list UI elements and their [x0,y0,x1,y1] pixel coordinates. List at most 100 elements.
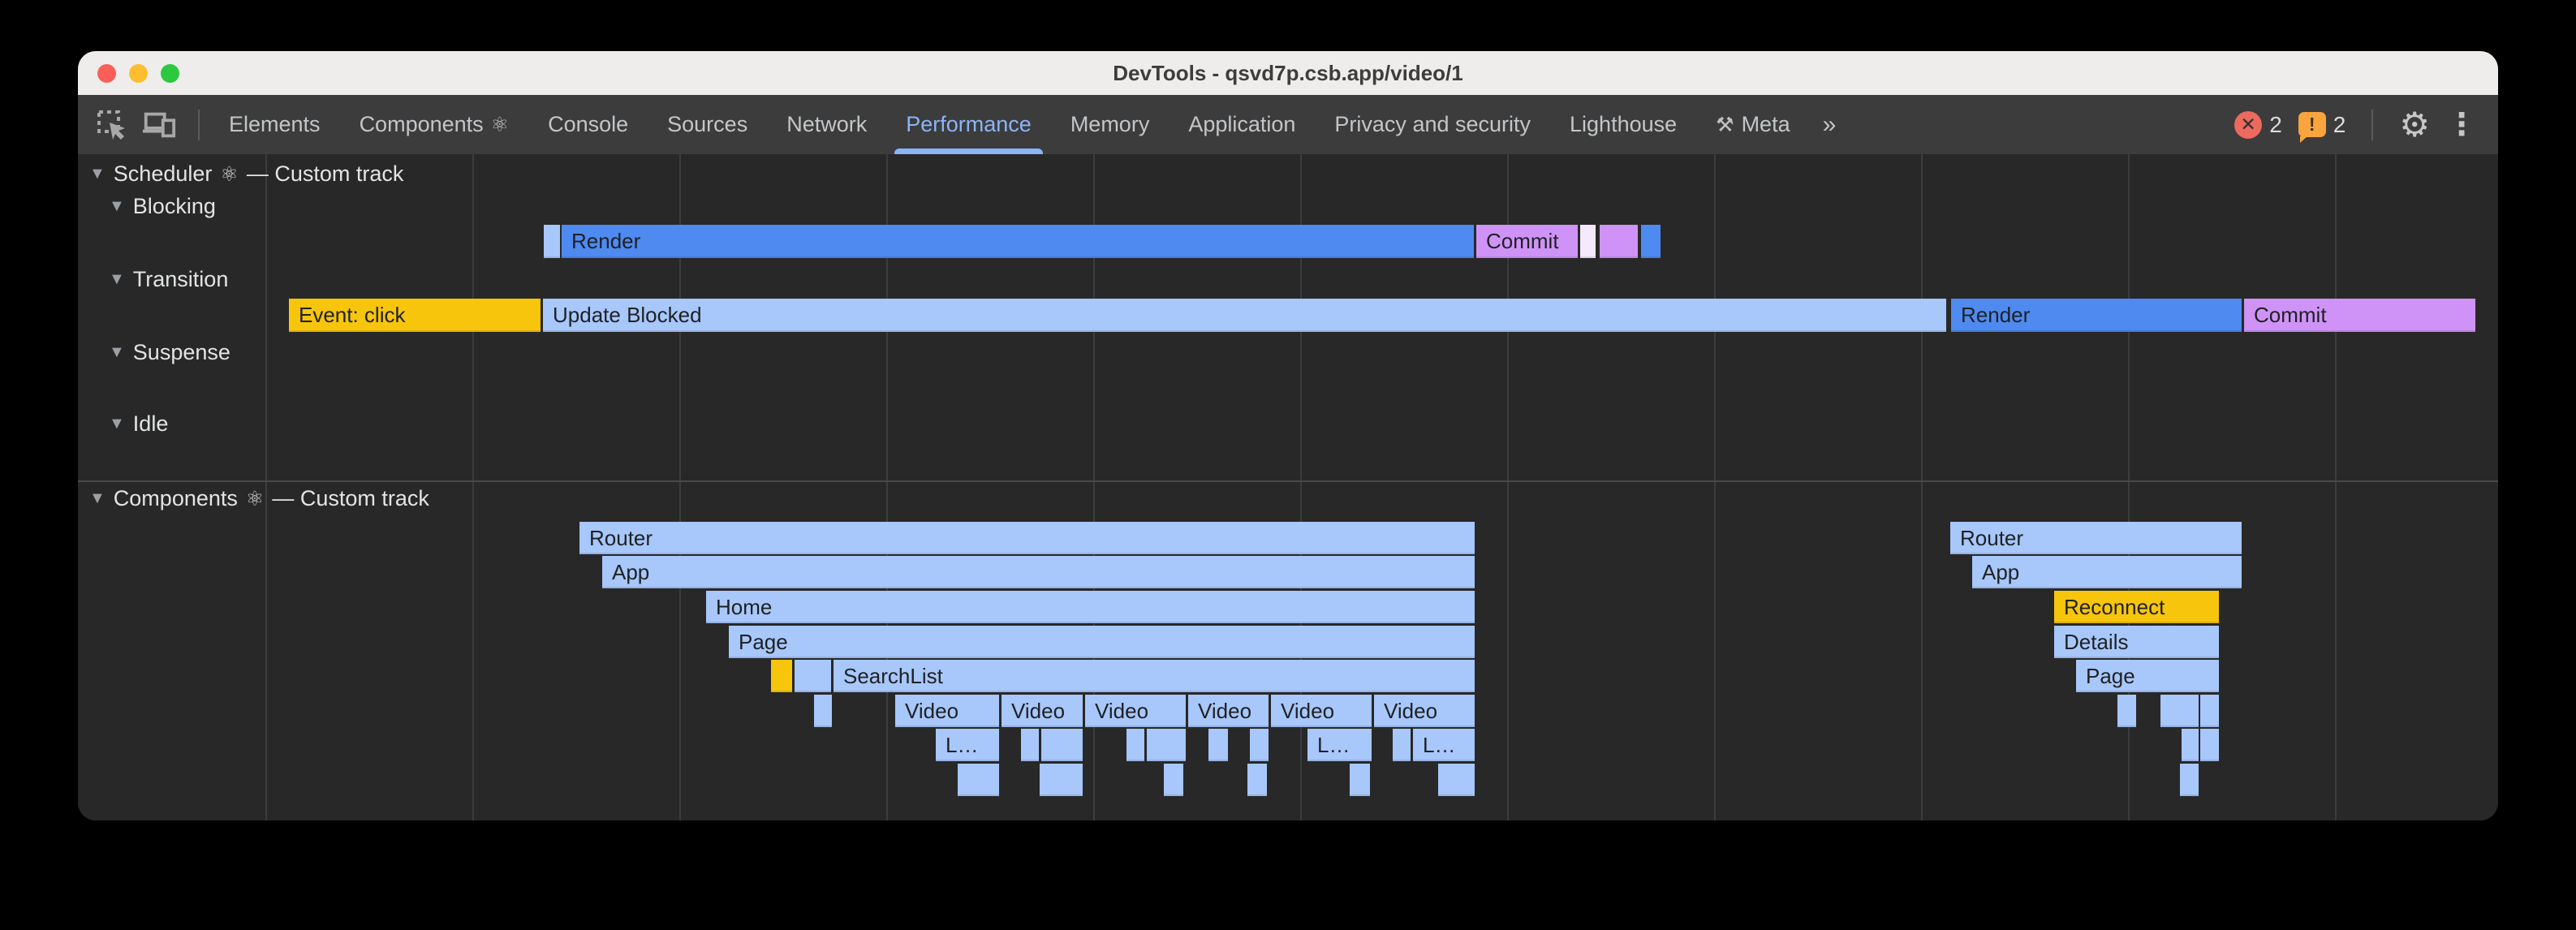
toolbar-divider [198,110,200,140]
flame-bar-page[interactable]: Page [729,626,1475,658]
flame-bar[interactable] [1393,729,1411,761]
flame-bar[interactable] [1247,764,1267,796]
kebab-menu-icon[interactable]: ⋮ [2446,110,2477,140]
lane-label-suspense[interactable]: ▼Suspense [109,340,230,365]
react-atom-icon: ⚛ [220,162,238,187]
flame-bar[interactable] [795,660,831,692]
settings-gear-icon[interactable]: ⚙ [2399,108,2430,142]
lane-label-blocking[interactable]: ▼Blocking [109,194,216,219]
flame-bar[interactable] [1250,729,1269,761]
console-errors-badge[interactable]: ✕ 2 [2234,111,2282,139]
flame-bar-video[interactable]: Video [1002,695,1083,727]
flame-bar-router[interactable]: Router [579,522,1475,554]
flame-bar[interactable] [1580,225,1596,258]
flame-bar[interactable] [1350,764,1370,796]
flame-bar-home[interactable]: Home [706,591,1475,623]
flame-bar[interactable] [1041,729,1083,761]
flame-bar-router[interactable]: Router [1950,522,2242,554]
flame-bar[interactable] [1164,764,1183,796]
flame-bar-app[interactable]: App [1972,556,2242,588]
close-window-button[interactable] [97,64,116,83]
track-title: Components [114,486,238,511]
flame-bar-l-[interactable]: L… [1413,729,1475,761]
tab-label: Lighthouse [1570,112,1677,137]
tab-privacy-and-security[interactable]: Privacy and security [1315,95,1550,154]
tab-label: Meta [1742,112,1790,137]
flame-bar-render[interactable]: Render [1951,299,2242,332]
tab-label: Performance [906,112,1032,137]
flame-bar[interactable] [1147,729,1186,761]
tab-lighthouse[interactable]: Lighthouse [1550,95,1696,154]
tab-elements[interactable]: Elements [209,95,340,154]
flame-bar[interactable] [2180,764,2199,796]
lane-label-transition[interactable]: ▼ Transition [109,267,228,292]
track-header-components[interactable]: ▼ Components ⚛ — Custom track [89,486,429,511]
tab-network[interactable]: Network [767,95,886,154]
flame-bar[interactable] [1126,729,1144,761]
flame-bar[interactable] [1208,729,1228,761]
more-tabs-icon: » [1823,111,1838,139]
tab-label: Components [360,112,484,137]
more-tabs-button[interactable]: » [1810,95,1851,154]
flame-bar[interactable] [1021,729,1039,761]
track-separator [78,480,2498,482]
tab-memory[interactable]: Memory [1051,95,1170,154]
flame-bar-video[interactable]: Video [1085,695,1186,727]
lane-label-text: Suspense [133,340,230,365]
flame-bar-video[interactable]: Video [1271,695,1372,727]
flame-bar[interactable] [1438,764,1475,796]
flame-bar-app[interactable]: App [602,556,1475,588]
flame-bar[interactable] [2182,729,2199,761]
flame-bar-details[interactable]: Details [2054,626,2219,658]
collapse-triangle-icon: ▼ [89,489,106,508]
tab-sources[interactable]: Sources [648,95,767,154]
collapse-triangle-icon: ▼ [109,197,125,216]
flame-bar[interactable] [814,695,832,727]
tools-icon: ⚒ [1716,113,1734,137]
devtools-toolbar: ElementsComponents⚛ Console SourcesNetwork… [78,95,2498,154]
flame-bar-commit[interactable]: Commit [2244,299,2475,332]
flame-bar[interactable] [1641,225,1661,258]
toggle-device-toolbar-icon[interactable] [141,107,177,143]
flame-bar[interactable] [771,660,792,692]
collapse-triangle-icon: ▼ [109,415,125,433]
flame-bar-searchlist[interactable]: SearchList [834,660,1475,692]
inspect-element-icon[interactable] [94,107,130,143]
minimize-window-button[interactable] [129,64,148,83]
flame-bar-commit[interactable]: Commit [1476,225,1578,258]
flame-bar-l-[interactable]: L… [936,729,999,761]
traffic-lights [97,64,179,83]
tab-components[interactable]: Components⚛ [340,95,529,154]
flame-bar-l-[interactable]: L… [1307,729,1372,761]
collapse-triangle-icon: ▼ [109,270,125,289]
flame-bar[interactable] [1600,225,1638,258]
flame-bar-event-click[interactable]: Event: click [289,299,541,332]
zoom-window-button[interactable] [161,64,179,83]
tab-meta[interactable]: ⚒ Meta [1696,95,1809,154]
tab-performance[interactable]: Performance [886,95,1051,154]
console-issues-badge[interactable]: ! 2 [2298,112,2346,138]
track-header-scheduler[interactable]: ▼ Scheduler ⚛ — Custom track [89,161,403,187]
tab-console[interactable]: Console [528,95,648,154]
flame-bar[interactable] [544,225,560,258]
tab-application[interactable]: Application [1169,95,1315,154]
flame-bar-video[interactable]: Video [895,695,999,727]
flame-bar[interactable] [2200,695,2219,727]
flame-bar-video[interactable]: Video [1188,695,1269,727]
flame-bar[interactable] [958,764,999,796]
flame-bar-render[interactable]: Render [562,225,1474,258]
tab-label: Console [548,112,628,137]
flame-bar-update-blocked[interactable]: Update Blocked [543,299,1946,332]
flame-bar[interactable] [2117,695,2136,727]
window-title: DevTools - qsvd7p.csb.app/video/1 [1113,61,1463,86]
flame-bar[interactable] [2200,729,2219,761]
lane-label-text: Transition [133,267,229,292]
flame-bar[interactable] [1040,764,1083,796]
lane-label-idle[interactable]: ▼Idle [109,411,168,437]
time-gridline [2335,154,2337,820]
flame-bar-reconnect[interactable]: Reconnect [2054,591,2219,623]
flame-bar[interactable] [2160,695,2199,727]
flame-bar-video[interactable]: Video [1374,695,1475,727]
flame-bar-page[interactable]: Page [2076,660,2219,692]
time-gridline [1714,154,1716,820]
